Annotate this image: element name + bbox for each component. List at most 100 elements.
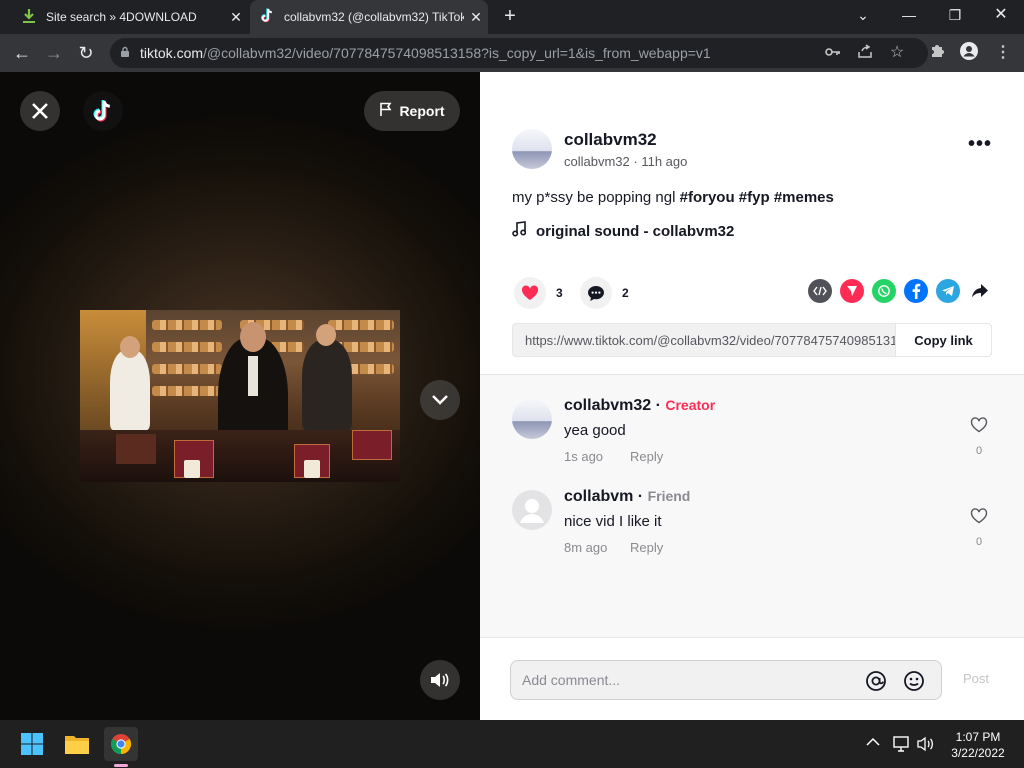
comments-list[interactable]: collabvm32 · Creator yea good 1s ago Rep… <box>480 375 1024 637</box>
share-arrow-icon[interactable] <box>968 279 992 303</box>
clock-time: 1:07 PM <box>955 730 1001 744</box>
author-subline: collabvm32 · 11h ago <box>564 154 688 169</box>
comment-item: collabvm32 · Creator yea good 1s ago Rep… <box>480 397 1024 487</box>
post-comment-button[interactable]: Post <box>963 671 989 686</box>
whatsapp-icon[interactable] <box>872 279 896 303</box>
video-detail-panel: collabvm32 collabvm32 · 11h ago ••• my p… <box>480 72 1024 720</box>
video-frame[interactable] <box>80 310 400 482</box>
comment-compose-bar: Post <box>480 637 1024 720</box>
reload-icon[interactable]: ↻ <box>72 39 100 67</box>
mention-at-icon[interactable] <box>865 670 887 697</box>
system-clock[interactable]: 1:07 PM 3/22/2022 <box>942 729 1014 761</box>
reply-button[interactable]: Reply <box>630 449 663 464</box>
url-path: /@collabvm32/video/7077847574098513158?i… <box>203 45 711 61</box>
address-bar[interactable]: tiktok.com/@collabvm32/video/70778475740… <box>110 38 928 68</box>
tiktok-logo-icon[interactable] <box>83 91 123 131</box>
profile-icon[interactable] <box>958 42 980 64</box>
share-link-box: https://www.tiktok.com/@collabvm32/video… <box>512 323 992 357</box>
tab-title: Site search » 4DOWNLOAD <box>46 10 197 24</box>
music-link[interactable]: original sound - collabvm32 <box>512 221 734 241</box>
network-icon[interactable] <box>893 736 911 757</box>
hashtag-link[interactable]: #memes <box>774 189 834 206</box>
comment-heart-icon[interactable] <box>968 417 990 438</box>
post-info-section: collabvm32 collabvm32 · 11h ago ••• my p… <box>480 72 1024 375</box>
windows-taskbar: 1:07 PM 3/22/2022 <box>0 720 1024 768</box>
back-arrow-icon[interactable]: ← <box>8 39 36 67</box>
emoji-icon[interactable] <box>903 670 925 697</box>
volume-speaker-icon[interactable] <box>420 660 460 700</box>
window-close-icon[interactable]: ✕ <box>978 0 1024 34</box>
share-link-url[interactable]: https://www.tiktok.com/@collabvm32/video… <box>513 333 895 348</box>
forward-arrow-icon[interactable]: → <box>40 39 68 67</box>
tab-close-icon[interactable]: ✕ <box>224 9 248 26</box>
tab-close-icon[interactable]: ✕ <box>464 9 488 26</box>
facebook-icon[interactable] <box>904 279 928 303</box>
comment-time: 1s ago <box>564 449 604 464</box>
comment-button[interactable]: 2 <box>580 277 629 309</box>
extensions-puzzle-icon[interactable] <box>926 42 948 64</box>
tray-chevron-up-icon[interactable] <box>866 736 880 750</box>
windows-start-icon[interactable] <box>16 728 48 760</box>
heart-icon <box>514 277 546 309</box>
restore-icon[interactable]: ❐ <box>932 0 978 34</box>
music-title: original sound - collabvm32 <box>536 222 735 240</box>
commenter-name[interactable]: collabvm32 · Creator <box>564 397 715 415</box>
hashtag-link[interactable]: #fyp <box>739 189 770 206</box>
tab-title: collabvm32 (@collabvm32) TikTok <box>284 10 464 24</box>
author-avatar[interactable] <box>512 129 552 169</box>
flag-icon <box>379 102 393 120</box>
report-button[interactable]: Report <box>364 91 460 131</box>
music-note-icon <box>512 221 527 241</box>
tab-search-chevron-icon[interactable]: ⌄ <box>840 0 886 34</box>
comment-like-count: 0 <box>975 445 983 457</box>
new-tab-plus-icon[interactable]: + <box>498 4 522 28</box>
report-label: Report <box>399 103 445 119</box>
creator-badge: Creator <box>665 397 716 413</box>
volume-icon[interactable] <box>917 736 935 757</box>
share-page-icon[interactable] <box>854 42 876 64</box>
active-app-indicator <box>114 764 128 767</box>
comment-item: collabvm · Friend nice vid I like it 8m … <box>480 488 1024 578</box>
chrome-taskbar-icon[interactable] <box>104 727 138 761</box>
browser-tab-4download[interactable]: Site search » 4DOWNLOAD ✕ <box>10 0 248 34</box>
send-to-friends-icon[interactable] <box>840 279 864 303</box>
url-host: tiktok.com <box>140 45 204 61</box>
comment-bubble-icon <box>580 277 612 309</box>
caption-text: my p*ssy be popping ngl <box>512 189 680 206</box>
next-video-chevron-icon[interactable] <box>420 380 460 420</box>
video-player[interactable]: Report <box>0 72 480 720</box>
friend-badge: Friend <box>647 488 691 504</box>
close-video-icon[interactable] <box>20 91 60 131</box>
reply-button[interactable]: Reply <box>630 540 663 555</box>
like-count: 3 <box>556 286 563 300</box>
minimize-icon[interactable]: — <box>886 0 932 34</box>
browser-toolbar: ← → ↻ tiktok.com/@collabvm32/video/70778… <box>0 34 1024 72</box>
browser-tab-tiktok[interactable]: collabvm32 (@collabvm32) TikTok ✕ <box>250 0 488 34</box>
comment-text: yea good <box>564 422 626 439</box>
comment-input-box[interactable] <box>510 660 942 700</box>
hashtag-link[interactable]: #foryou <box>680 189 735 206</box>
comment-time: 8m ago <box>564 540 608 555</box>
commenter-avatar[interactable] <box>512 490 552 530</box>
lock-icon <box>120 46 130 61</box>
bookmark-star-icon[interactable]: ☆ <box>886 42 908 64</box>
clock-date: 3/22/2022 <box>951 746 1005 760</box>
more-options-ellipsis-icon[interactable]: ••• <box>966 134 994 162</box>
comment-input[interactable] <box>520 661 850 699</box>
file-explorer-icon[interactable] <box>61 728 93 760</box>
author-nickname: collabvm32 <box>564 154 630 169</box>
comment-heart-icon[interactable] <box>968 508 990 529</box>
commenter-name[interactable]: collabvm · Friend <box>564 488 690 506</box>
author-username[interactable]: collabvm32 <box>564 130 657 150</box>
like-button[interactable]: 3 <box>514 277 563 309</box>
comment-count: 2 <box>622 286 629 300</box>
browser-menu-kebab-icon[interactable]: ⋮ <box>992 42 1014 64</box>
comment-text: nice vid I like it <box>564 513 662 530</box>
copy-link-button[interactable]: Copy link <box>895 324 991 356</box>
embed-code-icon[interactable] <box>808 279 832 303</box>
commenter-avatar[interactable] <box>512 399 552 439</box>
key-icon[interactable] <box>822 42 844 64</box>
telegram-icon[interactable] <box>936 279 960 303</box>
post-time: 11h ago <box>641 154 688 169</box>
post-caption: my p*ssy be popping ngl #foryou #fyp #me… <box>512 189 834 206</box>
